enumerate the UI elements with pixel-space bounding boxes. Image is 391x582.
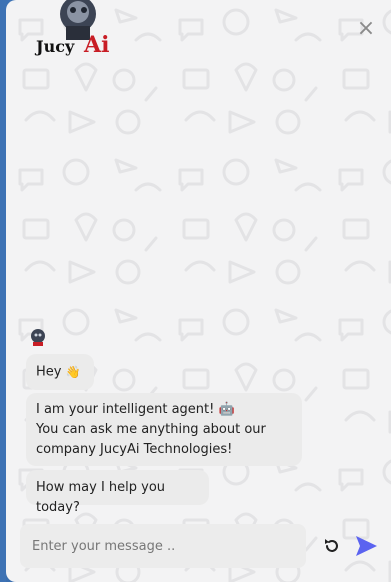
bot-avatar: [31, 329, 45, 346]
message-bubble-question: How may I help you today?: [26, 470, 209, 515]
logo-text-ai: Ai: [83, 32, 109, 58]
logo-text-jucy: Jucy: [34, 37, 75, 56]
message-composer: [20, 524, 306, 568]
message-bubble-greeting: Hey 👋: [26, 354, 94, 390]
message-input[interactable]: [20, 524, 306, 568]
refresh-icon[interactable]: [322, 536, 342, 556]
message-bubble-intro: I am your intelligent agent! 🤖 You can a…: [26, 393, 302, 466]
send-icon[interactable]: [353, 533, 379, 559]
message-line: I am your intelligent agent! 🤖: [36, 402, 235, 417]
close-icon[interactable]: ×: [355, 18, 377, 40]
message-line: company JucyAi Technologies!: [36, 442, 233, 457]
wave-emoji: 👋: [65, 365, 81, 379]
message-text: Hey: [36, 364, 62, 380]
message-line: You can ask me anything about our: [36, 422, 266, 437]
jucyai-logo: Jucy Ai: [34, 0, 109, 58]
chat-widget: Jucy Ai × Hey 👋 I am your intelligent ag…: [6, 0, 391, 582]
